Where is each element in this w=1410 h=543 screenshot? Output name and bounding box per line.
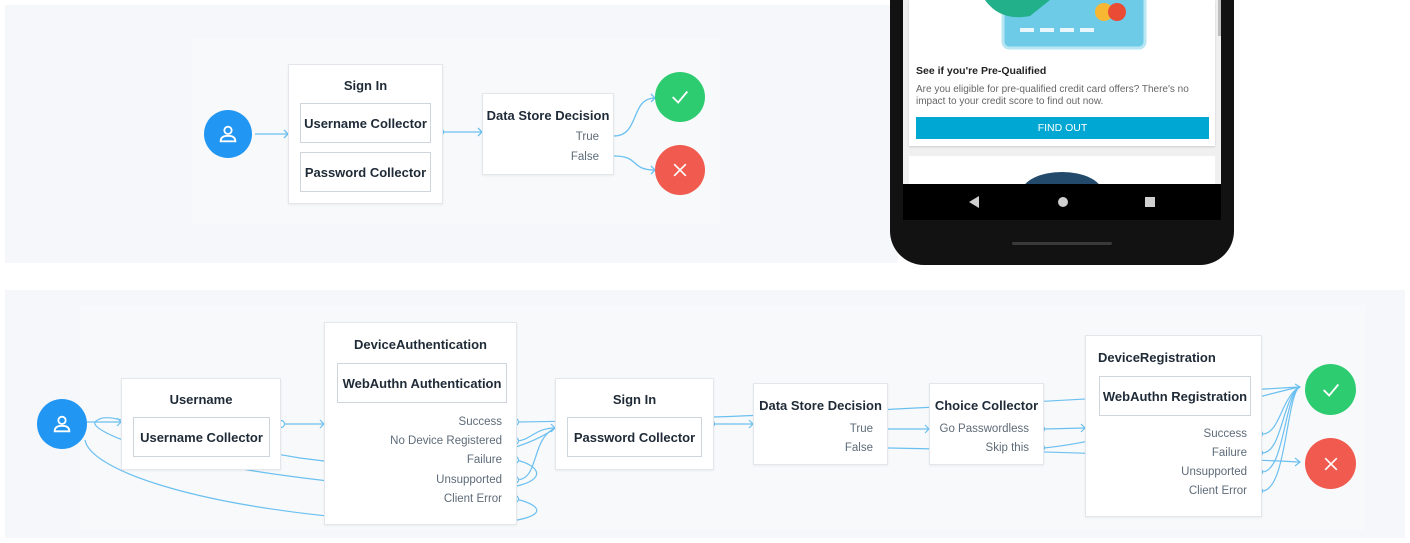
wire-unsupported-signin bbox=[515, 427, 556, 481]
checkmark-icon bbox=[1322, 383, 1339, 397]
webauthn-authentication[interactable]: WebAuthn Authentication bbox=[337, 363, 507, 403]
outcome-unsupported: Unsupported bbox=[436, 474, 502, 486]
outcome-failure: Failure bbox=[1211, 447, 1247, 459]
outcome-go-passwordless: Go Passwordless bbox=[939, 423, 1029, 435]
wire-reg-clienterror bbox=[1261, 386, 1300, 492]
outcome-success: Success bbox=[1203, 428, 1247, 440]
outcome-unsupported: Unsupported bbox=[1181, 466, 1247, 478]
node-title: Sign In bbox=[612, 392, 657, 407]
wire-passwordless-reg bbox=[1043, 427, 1086, 430]
username-collector[interactable]: Username Collector bbox=[133, 417, 270, 457]
outcome-true: True bbox=[849, 423, 873, 435]
choice-collector-node[interactable]: Choice Collector Go Passwordless Skip th… bbox=[929, 383, 1044, 465]
close-icon bbox=[1324, 457, 1337, 470]
bottom-start-node[interactable] bbox=[37, 399, 87, 449]
outcome-no-device: No Device Registered bbox=[390, 435, 502, 447]
device-registration-node[interactable]: DeviceRegistration WebAuthn Registration… bbox=[1085, 335, 1262, 517]
outcome-success: Success bbox=[458, 416, 502, 428]
user-icon bbox=[53, 415, 71, 433]
signin-node[interactable]: Sign In Password Collector bbox=[555, 378, 714, 470]
outcome-failure: Failure bbox=[466, 454, 502, 466]
password-collector[interactable]: Password Collector bbox=[567, 417, 702, 457]
node-title: DeviceRegistration bbox=[1098, 350, 1216, 365]
node-title: DeviceAuthentication bbox=[354, 337, 487, 352]
data-store-decision-node[interactable]: Data Store Decision True False bbox=[753, 383, 888, 465]
bottom-fail-node[interactable] bbox=[1305, 438, 1356, 489]
node-title: Username bbox=[169, 392, 233, 407]
outcome-false: False bbox=[844, 442, 873, 454]
outcome-client-error: Client Error bbox=[443, 493, 502, 505]
outcome-client-error: Client Error bbox=[1188, 485, 1247, 497]
node-title: Choice Collector bbox=[934, 398, 1039, 413]
bottom-success-node[interactable] bbox=[1305, 364, 1356, 415]
username-node[interactable]: Username Username Collector bbox=[121, 378, 281, 470]
outcome-skip-this: Skip this bbox=[985, 442, 1029, 454]
device-authentication-node[interactable]: DeviceAuthentication WebAuthn Authentica… bbox=[324, 322, 517, 525]
webauthn-registration[interactable]: WebAuthn Registration bbox=[1099, 376, 1251, 416]
node-title: Data Store Decision bbox=[759, 398, 882, 413]
